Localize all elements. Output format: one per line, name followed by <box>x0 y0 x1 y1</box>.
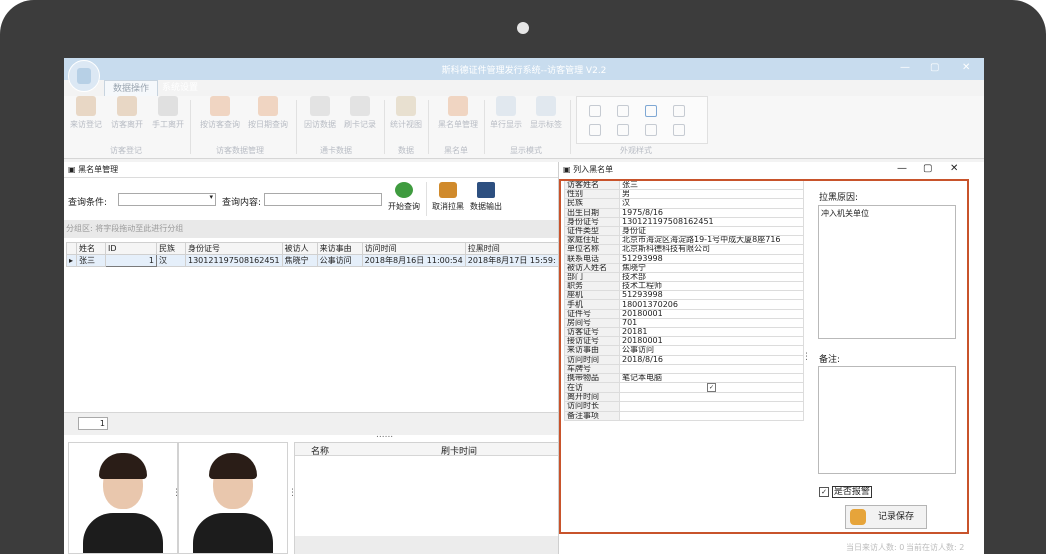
group-label-register: 访客登记 <box>110 146 142 155</box>
col-black-time[interactable]: 拉黑时间 <box>464 242 559 255</box>
manual-leave-button[interactable]: 手工离开 <box>150 96 186 130</box>
export-data-button[interactable]: 数据输出 <box>468 182 504 212</box>
today-visit-count: 当日来访人数: 0 <box>846 543 905 552</box>
group-label-data: 访客数据管理 <box>216 146 264 155</box>
group-label-stat: 数据 <box>398 146 414 155</box>
group-area[interactable]: 分组区: 将字段拖动至此进行分组 <box>64 220 560 238</box>
visit-register-button[interactable]: 来访登记 <box>68 96 104 130</box>
current-visit-count: 当前在访人数: 2 <box>906 543 965 552</box>
table-row[interactable]: ▸ 张三 1 汉 130121197508162451 焦晓宁 公事访问 201… <box>66 254 559 267</box>
app-screen: 斯科德证件管理发行系统--访客管理 V2.2 — ▢ ✕ 数据操作 系统设置 来… <box>64 58 984 554</box>
col-id-card[interactable]: 身份证号 <box>185 242 283 255</box>
laptop-bezel: 斯科德证件管理发行系统--访客管理 V2.2 — ▢ ✕ 数据操作 系统设置 来… <box>0 0 1046 554</box>
group-label-card: 通卡数据 <box>320 146 352 155</box>
col-visited[interactable]: 被访人 <box>281 242 318 255</box>
query-by-date-button[interactable]: 按日期查询 <box>246 96 290 130</box>
start-search-button[interactable]: 开始查询 <box>386 182 422 212</box>
id-card-photo <box>178 442 288 554</box>
visitor-leave-button[interactable]: 访客离开 <box>109 96 145 130</box>
highlight-frame <box>559 179 969 534</box>
query-by-visitor-button[interactable]: 按访客查询 <box>198 96 242 130</box>
save-disk-icon <box>477 182 495 198</box>
title-bar: 斯科德证件管理发行系统--访客管理 V2.2 — ▢ ✕ <box>64 58 984 80</box>
query-content-label: 查询内容: <box>222 198 262 208</box>
maximize-icon[interactable]: ▢ <box>930 62 939 73</box>
splitter-grip[interactable]: ...... <box>376 430 393 440</box>
group-label-display: 显示模式 <box>510 146 542 155</box>
close-icon[interactable]: ✕ <box>962 62 970 73</box>
tab-data-ops[interactable]: 数据操作 <box>104 80 159 97</box>
show-labels-button[interactable]: 显示标签 <box>528 96 564 130</box>
col-ethnicity[interactable]: 民族 <box>156 242 186 255</box>
app-logo[interactable] <box>68 60 100 92</box>
stats-view-button[interactable]: 统计视图 <box>388 96 424 130</box>
col-id[interactable]: ID <box>105 242 157 255</box>
query-content-input[interactable] <box>264 193 382 206</box>
visit-data-button[interactable]: 因访数据 <box>302 96 338 130</box>
group-label-skin: 外观样式 <box>620 146 652 155</box>
row-indicator: ▸ <box>66 254 77 267</box>
blacklist-manage-button[interactable]: 黑名单管理 <box>436 96 480 130</box>
visitor-photo <box>68 442 178 554</box>
col-reason[interactable]: 来访事由 <box>316 242 363 255</box>
search-person-icon <box>395 182 413 198</box>
record-col-time[interactable]: 刷卡时间 <box>441 444 477 457</box>
skin-gallery[interactable] <box>576 96 708 144</box>
app-title: 斯科德证件管理发行系统--访客管理 V2.2 <box>441 66 607 76</box>
id-stepper[interactable]: 1 <box>105 254 157 267</box>
minimize-icon[interactable]: — <box>900 62 910 73</box>
query-condition-label: 查询条件: <box>68 198 108 208</box>
dialog-maximize-icon[interactable]: ▢ <box>923 163 932 174</box>
card-record-button[interactable]: 刷卡记录 <box>342 96 378 130</box>
page-number[interactable]: 1 <box>78 417 108 430</box>
group-label-blacklist: 黑名单 <box>444 146 468 155</box>
single-row-button[interactable]: 单行显示 <box>488 96 524 130</box>
blacklist-window-title: ▣ 黑名单管理 <box>68 165 119 174</box>
dialog-minimize-icon[interactable]: — <box>897 163 907 174</box>
add-blacklist-title: ▣ 列入黑名单 <box>563 165 614 174</box>
col-name[interactable]: 姓名 <box>76 242 106 255</box>
col-visit-time[interactable]: 访问时间 <box>361 242 466 255</box>
record-col-name[interactable]: 名称 <box>311 444 329 457</box>
ribbon-toolbar: 来访登记 访客离开 手工离开 按访客查询 按日期查询 因访数据 刷卡记录 统计视… <box>64 96 984 159</box>
tab-system-settings[interactable]: 系统设置 <box>154 80 206 96</box>
remove-person-icon <box>439 182 457 198</box>
card-record-panel: 名称 刷卡时间 <box>294 442 560 554</box>
workspace: ▣ 黑名单管理 查询条件: ▾ 查询内容: 开始查询 取消拉黑 数据输出 分组区… <box>64 162 984 554</box>
query-condition-select[interactable]: ▾ <box>118 193 216 206</box>
remove-blacklist-button[interactable]: 取消拉黑 <box>430 182 466 212</box>
dialog-close-icon[interactable]: ✕ <box>950 163 958 174</box>
blacklist-table: 姓名 ID 民族 身份证号 被访人 来访事由 访问时间 拉黑时间 ▸ 张三 1 … <box>66 242 559 267</box>
camera-dot <box>517 22 529 34</box>
